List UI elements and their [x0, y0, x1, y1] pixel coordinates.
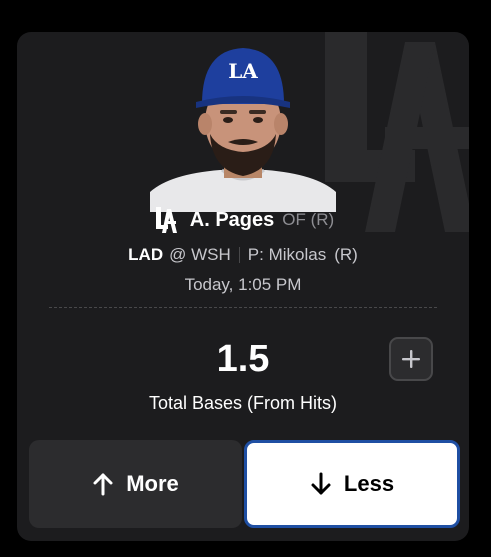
matchup-row: LAD @ WSH P: Mikolas (R): [17, 242, 469, 268]
arrow-up-icon: [93, 473, 113, 496]
projection-card[interactable]: LA A. Pages OF (R) LAD @ WSH P: Mikolas …: [17, 32, 469, 541]
dashed-divider: [49, 307, 437, 308]
arrow-down-icon: [311, 472, 331, 495]
opponent: @ WSH: [169, 245, 231, 264]
pitcher-hand: (R): [334, 245, 358, 264]
opposing-pitcher: P: Mikolas: [247, 245, 327, 264]
player-name: A. Pages: [189, 208, 275, 231]
add-button[interactable]: [389, 337, 433, 381]
plus-icon: [402, 350, 420, 368]
less-button-label: Less: [343, 471, 395, 496]
less-button[interactable]: Less: [244, 440, 460, 528]
matchup-divider: [238, 247, 240, 263]
player-headshot: LA: [150, 48, 336, 212]
game-time: Today, 1:05 PM: [184, 275, 302, 294]
team-code: LAD: [128, 245, 164, 264]
player-name-row: A. Pages OF (R): [17, 204, 469, 236]
player-position: OF (R): [282, 210, 335, 229]
team-logo-icon: [155, 207, 177, 233]
more-button[interactable]: More: [29, 440, 242, 528]
more-button-label: More: [126, 471, 179, 496]
stat-type: Total Bases (From Hits): [148, 393, 338, 413]
svg-text:LA: LA: [228, 59, 258, 83]
